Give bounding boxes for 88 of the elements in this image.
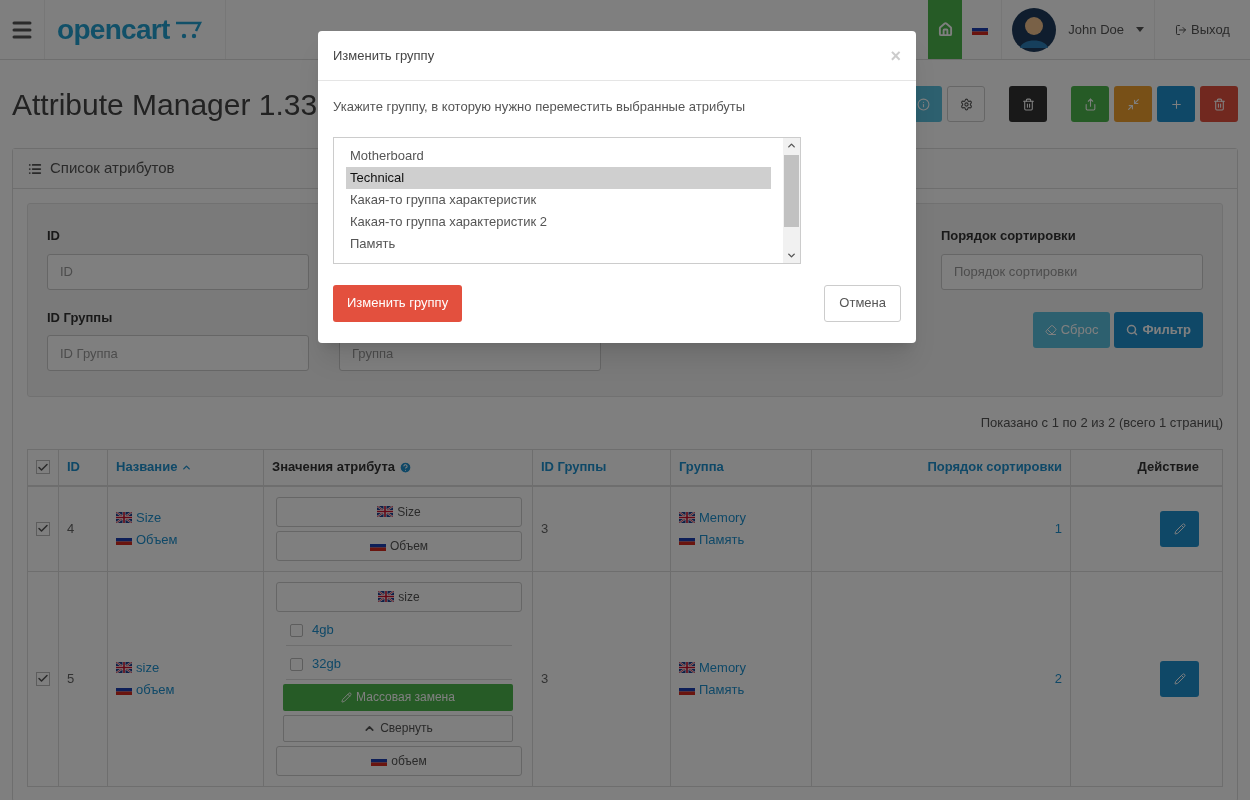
list-option[interactable]: Motherboard: [346, 144, 771, 167]
compress-icon: [1126, 97, 1140, 111]
column-header: Значения атрибута: [272, 458, 396, 477]
logo[interactable]: opencart: [57, 8, 170, 51]
list-icon: [28, 161, 42, 176]
name-link[interactable]: Объем: [116, 529, 255, 549]
list-option[interactable]: Какая-то группа характеристик: [346, 188, 771, 211]
settings-button[interactable]: [947, 86, 985, 122]
filter-button[interactable]: Фильтр: [1114, 312, 1203, 348]
delete-button[interactable]: [1009, 86, 1047, 122]
table-cell-text: 3: [541, 519, 549, 538]
home-button[interactable]: [928, 0, 963, 59]
logout-button[interactable]: Выход: [1155, 0, 1250, 59]
value-button[interactable]: Объем: [276, 530, 522, 561]
scrollbar[interactable]: [783, 137, 800, 263]
avatar: [1012, 7, 1057, 52]
group-listbox[interactable]: Motherboard Technical Какая-то группа характеристик Какая-то группа характеристик 2 Память: [333, 136, 801, 264]
caret-icon: [1136, 27, 1144, 32]
flag-icon: [116, 512, 132, 524]
sort-order-link[interactable]: 1: [1054, 518, 1062, 539]
settings-icon: [959, 97, 973, 111]
flag-icon: [679, 662, 695, 674]
column-header-link[interactable]: ID: [67, 457, 80, 477]
sort-order-link[interactable]: 2: [1054, 668, 1062, 689]
panel-title: Список атрибутов: [50, 158, 175, 179]
list-option[interactable]: Какая-то группа характеристик 2: [346, 210, 771, 233]
delete-button[interactable]: [1200, 86, 1238, 122]
share-icon: [1083, 97, 1097, 111]
search-icon: [1126, 324, 1139, 336]
page-title: Attribute Manager 1.33: [12, 86, 318, 123]
eraser-icon: [1044, 324, 1057, 336]
group-link[interactable]: Memory: [679, 658, 803, 678]
field-label: Порядок сортировки: [941, 227, 1077, 245]
field-label: ID: [47, 227, 61, 245]
checkbox[interactable]: [36, 671, 50, 686]
edit-button[interactable]: [1160, 510, 1199, 547]
cart-icon: [173, 19, 204, 40]
flag-icon: [116, 662, 132, 674]
field-label: ID Группы: [47, 308, 114, 327]
flag-icon: [679, 512, 695, 524]
value-link[interactable]: 32gb: [312, 654, 341, 674]
dialog-title: Изменить группу: [333, 46, 435, 65]
pagination-summary: Показано с 1 по 2 из 2 (всего 1 страниц): [980, 414, 1223, 432]
dialog-prompt: Укажите группу, в которую нужно переместить выбранные атрибуты: [333, 98, 747, 116]
add-button[interactable]: [1157, 86, 1195, 122]
column-header-link[interactable]: ID Группы: [541, 457, 607, 477]
list-option[interactable]: Память: [346, 232, 771, 255]
table-cell-text: 4: [67, 519, 75, 538]
value-button[interactable]: size: [276, 581, 522, 612]
column-header-link[interactable]: Порядок сортировки: [927, 457, 1062, 477]
name-link[interactable]: size: [116, 658, 255, 678]
name-link[interactable]: объем: [116, 679, 255, 699]
name-link[interactable]: Size: [116, 508, 255, 528]
change-group-button[interactable]: Изменить группу: [333, 284, 463, 322]
list-option[interactable]: Technical: [346, 166, 771, 189]
flag-icon: [378, 591, 395, 602]
pencil-icon: [1173, 522, 1186, 535]
group-link[interactable]: Память: [679, 529, 803, 549]
value-button[interactable]: объем: [276, 745, 522, 776]
edit-button[interactable]: [1160, 660, 1199, 697]
cancel-button[interactable]: Отмена: [824, 284, 901, 322]
user-name[interactable]: John Doe: [1068, 19, 1124, 40]
column-header: Действие: [1137, 458, 1199, 477]
close-button[interactable]: ×: [890, 46, 901, 65]
collapse-button[interactable]: Свернуть: [283, 714, 513, 742]
group-link[interactable]: Memory: [679, 508, 803, 528]
table-cell-text: 3: [541, 669, 549, 688]
pencil-icon: [1173, 672, 1186, 685]
trash-icon: [1212, 97, 1226, 111]
column-header-link[interactable]: Группа: [679, 457, 724, 477]
value-button[interactable]: Size: [276, 496, 522, 527]
flag-icon: [377, 506, 394, 517]
move-button[interactable]: [1071, 86, 1109, 122]
plus-icon: [1169, 97, 1183, 111]
sign-out-icon: [1175, 23, 1188, 36]
pencil-icon: [341, 691, 353, 703]
table-cell-text: 5: [67, 669, 75, 688]
checkbox[interactable]: [290, 623, 303, 637]
reset-button[interactable]: Сброс: [1032, 312, 1111, 348]
checkbox[interactable]: [36, 521, 50, 536]
checkbox[interactable]: [290, 657, 303, 671]
group-link[interactable]: Память: [679, 679, 803, 699]
value-link[interactable]: 4gb: [312, 620, 334, 640]
trash-icon: [1021, 97, 1035, 111]
column-header-link[interactable]: Название: [116, 457, 178, 477]
home-icon: [937, 22, 953, 37]
checkbox[interactable]: [36, 460, 50, 474]
bulk-replace-button[interactable]: Массовая замена: [283, 683, 513, 711]
